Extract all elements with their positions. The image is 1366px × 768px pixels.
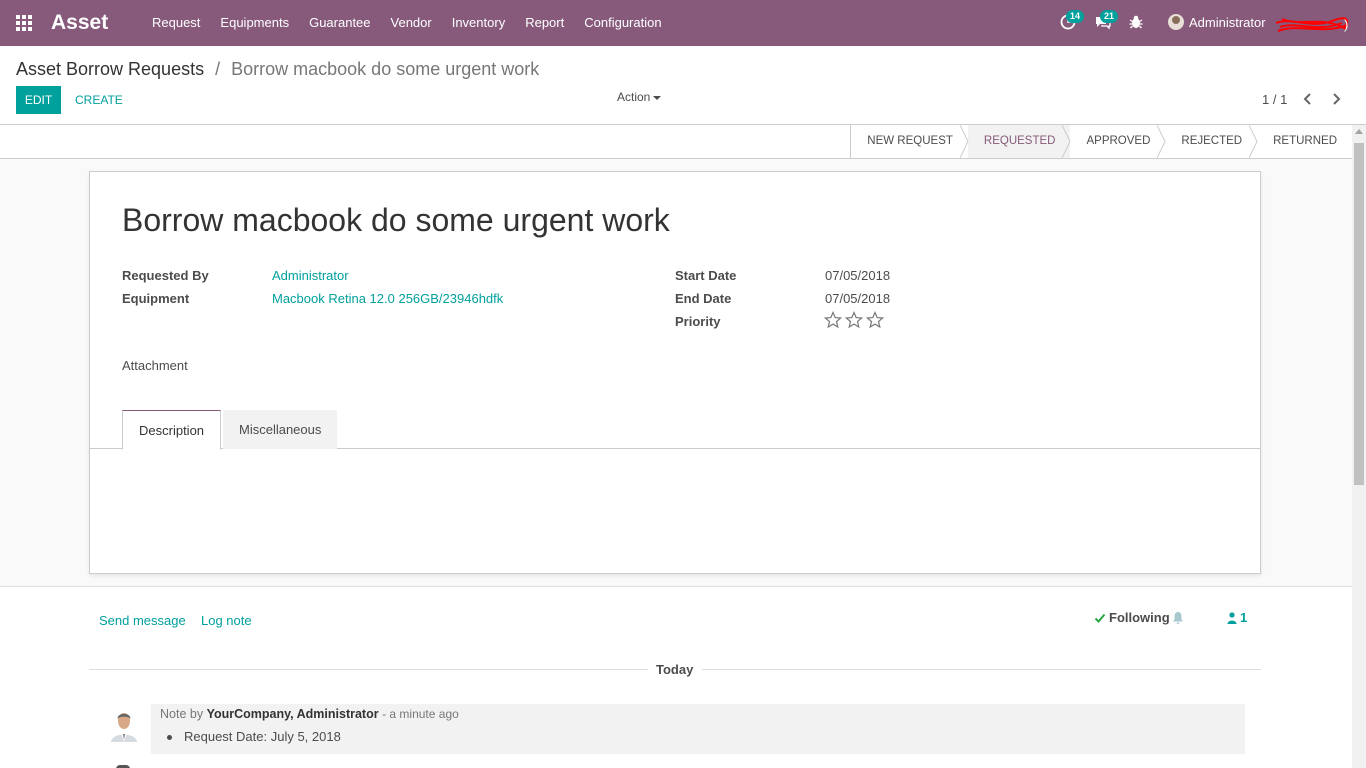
bullet <box>167 735 172 740</box>
message-time: - a minute ago <box>382 707 459 721</box>
chatter: Send message Log note Following 1 Today … <box>0 587 1352 768</box>
priority-star-icon[interactable] <box>824 311 842 329</box>
messages-button[interactable]: 21 <box>1094 10 1119 32</box>
date-separator: Today <box>656 662 694 677</box>
pager-value[interactable]: 1 / 1 <box>1262 92 1287 107</box>
stage-arrow <box>1249 125 1258 158</box>
menu-item-guarantee[interactable]: Guarantee <box>299 0 380 46</box>
stage-arrow <box>1062 125 1072 158</box>
stage-rejected[interactable]: REJECTED <box>1165 125 1258 158</box>
log-note-button[interactable]: Log note <box>201 613 252 628</box>
user-icon <box>1227 611 1237 624</box>
requested-by-link[interactable]: Administrator <box>272 268 349 283</box>
followers-button[interactable]: 1 <box>1227 610 1247 625</box>
author-avatar <box>108 706 140 742</box>
chevron-right-icon[interactable] <box>1328 91 1344 107</box>
message-body-text: Request Date: July 5, 2018 <box>184 729 341 744</box>
vertical-scrollbar[interactable] <box>1352 125 1366 768</box>
stage-label: RETURNED <box>1273 135 1337 147</box>
message-item: Note by YourCompany, Administrator - a m… <box>151 704 1245 754</box>
stage-returned[interactable]: RETURNED <box>1257 125 1352 158</box>
svg-text:): ) <box>1344 17 1348 32</box>
menu-item-report[interactable]: Report <box>515 0 574 46</box>
main-menu: Request Equipments Guarantee Vendor Inve… <box>142 0 672 46</box>
scroll-thumb[interactable] <box>1354 143 1364 485</box>
breadcrumb-current: Borrow macbook do some urgent work <box>231 59 540 79</box>
stage-label: REQUESTED <box>983 135 1056 147</box>
stage-arrow <box>959 125 969 158</box>
message-author[interactable]: YourCompany, Administrator <box>207 707 379 721</box>
message-header: Note by YourCompany, Administrator - a m… <box>160 707 459 721</box>
equipment-link[interactable]: Macbook Retina 12.0 256GB/23946hdfk <box>272 291 503 306</box>
following-label: Following <box>1109 610 1170 625</box>
divider <box>702 669 1261 670</box>
requested-by-label: Requested By <box>122 268 209 283</box>
stage-pipeline: NEW REQUEST REQUESTED APPROVED REJECTED … <box>850 125 1352 158</box>
priority-label: Priority <box>675 314 721 329</box>
user-avatar <box>1168 14 1184 30</box>
create-button[interactable]: CREATE <box>75 86 123 114</box>
start-date-value: 07/05/2018 <box>825 268 891 283</box>
stage-label: NEW REQUEST <box>867 135 953 147</box>
menu-item-configuration[interactable]: Configuration <box>574 0 671 46</box>
activity-count-badge: 14 <box>1066 10 1085 23</box>
stage-arrow <box>1157 125 1166 158</box>
menu-item-inventory[interactable]: Inventory <box>442 0 515 46</box>
notebook-tabs: Description Miscellaneous <box>90 410 1260 450</box>
scroll-up-arrow-icon[interactable] <box>1355 129 1363 134</box>
breadcrumb: Asset Borrow Requests / Borrow macbook d… <box>16 59 539 80</box>
debug-button[interactable] <box>1128 14 1146 32</box>
stage-label: APPROVED <box>1086 135 1151 147</box>
edit-button[interactable]: EDIT <box>16 86 61 114</box>
equipment-label: Equipment <box>122 291 190 306</box>
tab-miscellaneous[interactable]: Miscellaneous <box>223 410 338 449</box>
message-prefix: Note by <box>160 707 204 721</box>
bug-icon <box>1129 15 1143 29</box>
app-title[interactable]: Asset <box>51 11 108 35</box>
bell-icon[interactable] <box>1172 611 1184 625</box>
send-message-button[interactable]: Send message <box>99 613 186 628</box>
top-navbar: Asset Request Equipments Guarantee Vendo… <box>0 0 1366 46</box>
attachment-label: Attachment <box>122 358 188 373</box>
end-date-value: 07/05/2018 <box>825 291 891 306</box>
priority-star-icon[interactable] <box>845 311 863 329</box>
end-date-label: End Date <box>675 291 732 306</box>
priority-star-icon[interactable] <box>866 311 884 329</box>
breadcrumb-parent[interactable]: Asset Borrow Requests <box>16 59 204 79</box>
stage-approved[interactable]: APPROVED <box>1070 125 1166 158</box>
start-date-label: Start Date <box>675 268 737 283</box>
status-bar: NEW REQUEST REQUESTED APPROVED REJECTED … <box>0 125 1352 159</box>
apps-menu-icon[interactable] <box>16 15 34 31</box>
message-body-item: Request Date: July 5, 2018 <box>167 729 341 744</box>
divider <box>89 669 648 670</box>
menu-item-equipments[interactable]: Equipments <box>210 0 299 46</box>
check-icon <box>1094 613 1106 623</box>
menu-item-vendor[interactable]: Vendor <box>381 0 442 46</box>
stage-label: REJECTED <box>1181 135 1243 147</box>
redaction-scribble: ) <box>1275 17 1348 32</box>
stage-requested[interactable]: REQUESTED <box>967 125 1072 158</box>
following-button[interactable]: Following <box>1094 610 1170 625</box>
chevron-left-icon[interactable] <box>1300 91 1316 107</box>
user-name: Administrator <box>1189 14 1266 30</box>
breadcrumb-separator: / <box>215 59 221 79</box>
menu-item-request[interactable]: Request <box>142 0 210 46</box>
activity-button[interactable]: 14 <box>1060 10 1085 32</box>
followers-count: 1 <box>1240 610 1248 625</box>
caret-down-icon <box>653 95 662 100</box>
record-title: Borrow macbook do some urgent work <box>122 202 670 238</box>
action-dropdown-label: Action <box>617 90 651 104</box>
user-menu[interactable]: Administrator <box>1168 14 1266 30</box>
control-panel: Asset Borrow Requests / Borrow macbook d… <box>0 46 1366 125</box>
tab-description[interactable]: Description <box>122 410 222 450</box>
action-dropdown[interactable]: Action <box>617 90 662 104</box>
messages-count-badge: 21 <box>1100 10 1119 23</box>
form-sheet: Borrow macbook do some urgent work Reque… <box>89 171 1261 574</box>
stage-new-request[interactable]: NEW REQUEST <box>851 125 969 158</box>
